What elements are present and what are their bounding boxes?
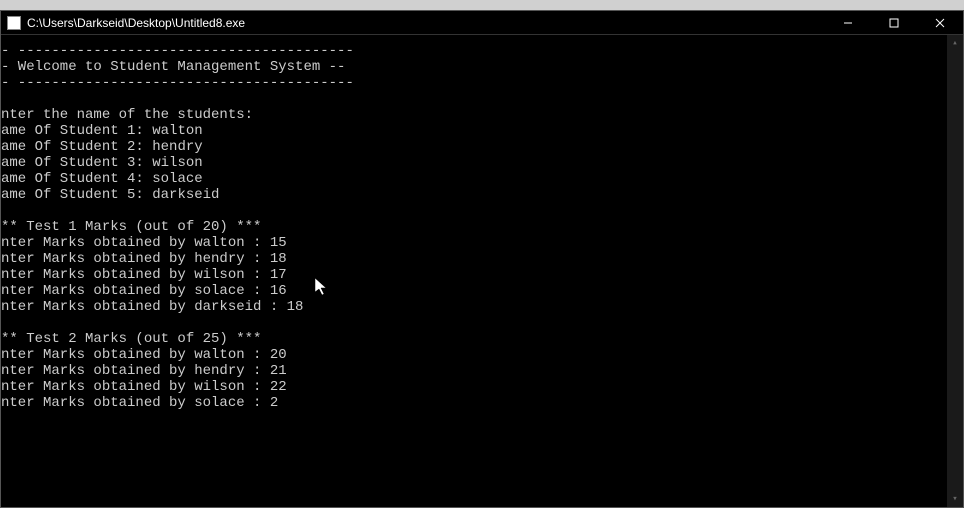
student-line: ame Of Student 5: darkseid [1, 187, 219, 203]
marks-line: nter Marks obtained by hendry : 18 [1, 251, 287, 267]
test-header: ** Test 2 Marks (out of 25) *** [1, 331, 261, 347]
welcome-line: - Welcome to Student Management System -… [1, 59, 345, 75]
maximize-button[interactable] [871, 11, 917, 35]
marks-line: nter Marks obtained by darkseid : 18 [1, 299, 303, 315]
marks-line: nter Marks obtained by hendry : 21 [1, 363, 287, 379]
minimize-icon [843, 18, 853, 28]
app-icon [7, 16, 21, 30]
marks-line: nter Marks obtained by wilson : 17 [1, 267, 287, 283]
prompt-line: nter the name of the students: [1, 107, 253, 123]
vertical-scrollbar[interactable]: ▴ ▾ [947, 35, 963, 507]
window-title: C:\Users\Darkseid\Desktop\Untitled8.exe [27, 16, 245, 30]
marks-line: nter Marks obtained by walton : 20 [1, 347, 287, 363]
student-line: ame Of Student 2: hendry [1, 139, 203, 155]
close-button[interactable] [917, 11, 963, 35]
student-line: ame Of Student 3: wilson [1, 155, 203, 171]
scroll-down-button[interactable]: ▾ [947, 491, 963, 507]
marks-line: nter Marks obtained by wilson : 22 [1, 379, 287, 395]
close-icon [935, 18, 945, 28]
console-output[interactable]: - --------------------------------------… [1, 35, 963, 507]
divider-line: - --------------------------------------… [1, 75, 354, 91]
maximize-icon [889, 18, 899, 28]
window-controls [825, 11, 963, 34]
student-line: ame Of Student 4: solace [1, 171, 203, 187]
marks-line: nter Marks obtained by solace : 16 [1, 283, 287, 299]
titlebar-left: C:\Users\Darkseid\Desktop\Untitled8.exe [1, 16, 245, 30]
divider-line: - --------------------------------------… [1, 43, 354, 59]
minimize-button[interactable] [825, 11, 871, 35]
marks-line: nter Marks obtained by walton : 15 [1, 235, 287, 251]
titlebar: C:\Users\Darkseid\Desktop\Untitled8.exe [1, 11, 963, 35]
test-header: ** Test 1 Marks (out of 20) *** [1, 219, 261, 235]
marks-line: nter Marks obtained by solace : 2 [1, 395, 278, 411]
scroll-up-button[interactable]: ▴ [947, 35, 963, 51]
console-window: C:\Users\Darkseid\Desktop\Untitled8.exe … [0, 10, 964, 508]
student-line: ame Of Student 1: walton [1, 123, 203, 139]
